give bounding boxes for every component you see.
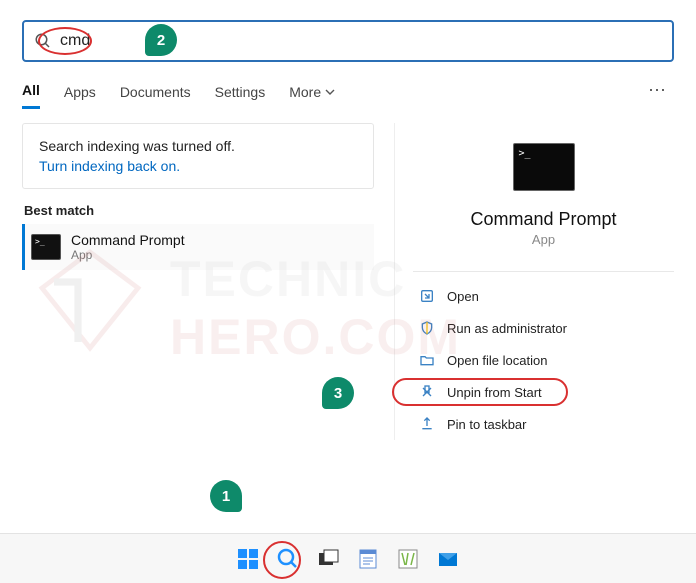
task-view-button[interactable] [314, 545, 342, 573]
notepad-plus-button[interactable] [394, 545, 422, 573]
callout-3: 3 [322, 377, 354, 409]
open-icon [419, 288, 435, 304]
annotation-ring-run-admin [392, 378, 568, 406]
result-command-prompt[interactable]: Command Prompt App [22, 224, 374, 270]
action-open-location[interactable]: Open file location [413, 344, 674, 376]
action-pin-label: Pin to taskbar [447, 417, 527, 432]
result-sub: App [71, 248, 185, 262]
action-run-admin-label: Run as administrator [447, 321, 567, 336]
best-match-label: Best match [24, 203, 374, 218]
turn-indexing-on-link[interactable]: Turn indexing back on. [39, 158, 357, 174]
preview-header: Command Prompt App [413, 123, 674, 263]
pin-icon [419, 416, 435, 432]
tab-more-label: More [289, 84, 321, 100]
tab-more[interactable]: More [289, 76, 335, 108]
shield-icon [419, 320, 435, 336]
notice-text: Search indexing was turned off. [39, 138, 357, 154]
mail-button[interactable] [434, 545, 462, 573]
tabs-row: All Apps Documents Settings More ⋯ [0, 74, 696, 109]
start-button[interactable] [234, 545, 262, 573]
action-run-admin[interactable]: Run as administrator [413, 312, 674, 344]
tab-all[interactable]: All [22, 74, 40, 109]
action-open-label: Open [447, 289, 479, 304]
windows-icon [236, 547, 260, 571]
mail-icon [436, 547, 460, 571]
tab-settings[interactable]: Settings [215, 76, 266, 108]
action-open[interactable]: Open [413, 280, 674, 312]
notepad-icon [356, 547, 380, 571]
callout-1: 1 [210, 480, 242, 512]
notepad-plus-icon [396, 547, 420, 571]
chevron-down-icon [325, 87, 335, 97]
result-text: Command Prompt App [71, 232, 185, 262]
preview-title: Command Prompt [470, 209, 616, 230]
divider [413, 271, 674, 272]
annotation-ring-search [38, 27, 92, 55]
callout-2: 2 [145, 24, 177, 56]
search-row [0, 0, 696, 74]
tab-apps[interactable]: Apps [64, 76, 96, 108]
search-box[interactable] [22, 20, 674, 62]
annotation-ring-taskbar-search [263, 541, 301, 579]
task-view-icon [316, 547, 340, 571]
indexing-notice: Search indexing was turned off. Turn ind… [22, 123, 374, 189]
notepad-button[interactable] [354, 545, 382, 573]
action-pin-taskbar[interactable]: Pin to taskbar [413, 408, 674, 440]
more-options-button[interactable]: ⋯ [648, 80, 668, 101]
taskbar [0, 533, 696, 583]
tab-documents[interactable]: Documents [120, 76, 191, 108]
preview-sub: App [532, 232, 555, 247]
result-title: Command Prompt [71, 232, 185, 248]
folder-icon [419, 352, 435, 368]
command-prompt-large-icon [513, 143, 575, 191]
command-prompt-icon [31, 234, 61, 260]
action-open-loc-label: Open file location [447, 353, 547, 368]
